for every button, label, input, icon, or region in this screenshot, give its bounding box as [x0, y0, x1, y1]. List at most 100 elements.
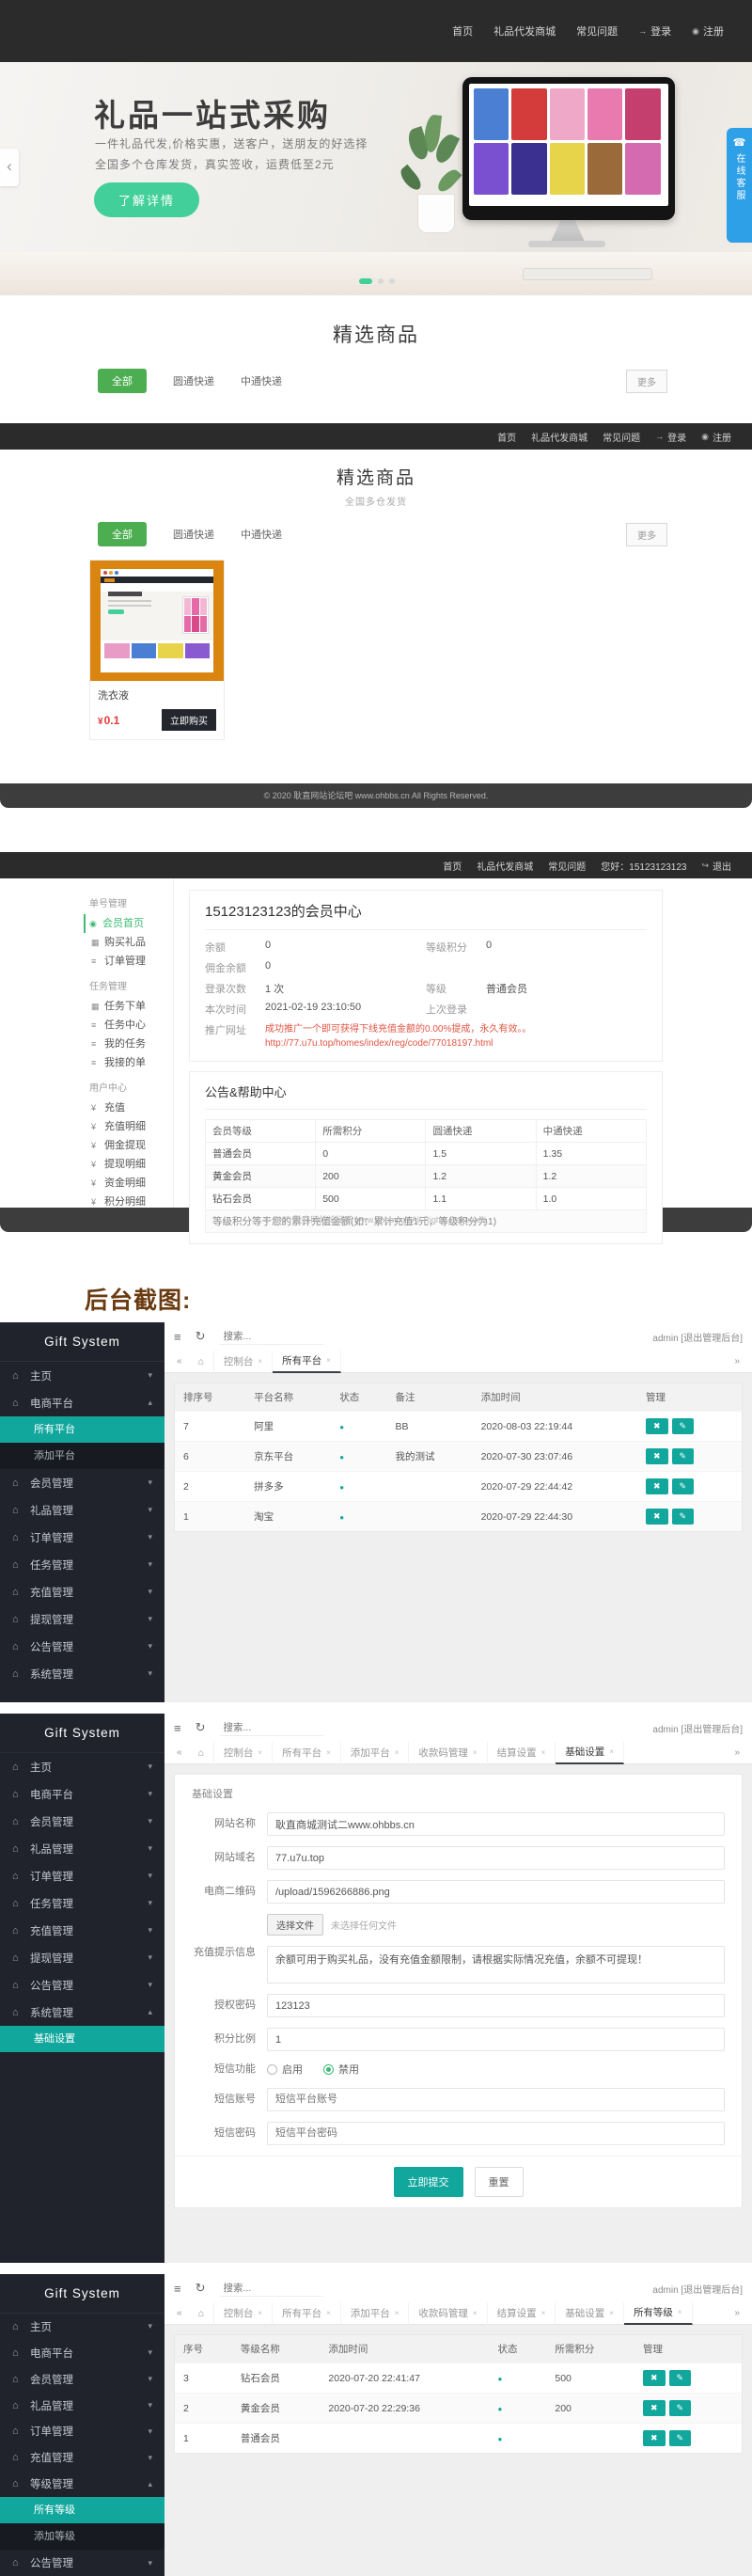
- tab-home[interactable]: ⌂: [189, 2302, 214, 2325]
- tab-console[interactable]: 控制台×: [214, 1351, 273, 1373]
- delete-button[interactable]: ✖: [643, 2370, 666, 2386]
- close-icon[interactable]: ×: [258, 1748, 262, 1757]
- nav-login[interactable]: →登录: [638, 24, 671, 39]
- close-icon[interactable]: ×: [541, 2309, 546, 2317]
- choose-file-button[interactable]: 选择文件: [267, 1914, 323, 1936]
- sidebar-item-members[interactable]: ⌂会员管理▾: [0, 1469, 164, 1496]
- tab-settlement[interactable]: 结算设置×: [488, 1742, 556, 1764]
- tab-all-platforms[interactable]: 所有平台×: [273, 1351, 341, 1373]
- close-icon[interactable]: ×: [473, 2309, 478, 2317]
- close-icon[interactable]: ×: [326, 1356, 331, 1365]
- sidebar-item-recharge-detail[interactable]: ¥充值明细: [89, 1117, 173, 1136]
- more-button[interactable]: 更多: [626, 370, 667, 393]
- learn-more-button[interactable]: 了解详情: [94, 182, 199, 217]
- tab-zto-express[interactable]: 中通快递: [241, 527, 282, 542]
- tab-zto-express[interactable]: 中通快递: [241, 373, 282, 388]
- sidebar-item-gifts[interactable]: ⌂礼品管理▾: [0, 1835, 164, 1862]
- search-input[interactable]: [220, 1329, 323, 1345]
- nav-register[interactable]: ◉注册: [701, 430, 731, 444]
- delete-button[interactable]: ✖: [643, 2400, 666, 2416]
- sidebar-item-tasks[interactable]: ⌂任务管理▾: [0, 1551, 164, 1578]
- auth-password-input[interactable]: [267, 1994, 725, 2017]
- sidebar-item-task-center[interactable]: ≡任务中心: [89, 1016, 173, 1035]
- tab-console[interactable]: 控制台×: [214, 2302, 273, 2325]
- sidebar-item-home[interactable]: ⌂主页▾: [0, 2314, 164, 2340]
- tabs-scroll-right[interactable]: »: [728, 2308, 746, 2318]
- sidebar-item-announcements[interactable]: ⌂公告管理▾: [0, 2550, 164, 2576]
- sidebar-item-withdraw[interactable]: ⌂提现管理▾: [0, 1605, 164, 1633]
- close-icon[interactable]: ×: [258, 2309, 262, 2317]
- refresh-icon[interactable]: ↻: [196, 1329, 206, 1344]
- radio-disable[interactable]: 禁用: [323, 2062, 359, 2077]
- sidebar-subitem-add-level[interactable]: 添加等级: [0, 2523, 164, 2550]
- tab-add-platform[interactable]: 添加平台×: [341, 2302, 410, 2325]
- tab-all[interactable]: 全部: [98, 522, 147, 546]
- close-icon[interactable]: ×: [395, 2309, 400, 2317]
- sidebar-item-recharge[interactable]: ⌂充值管理▾: [0, 1578, 164, 1605]
- tab-all-platforms[interactable]: 所有平台×: [273, 1742, 341, 1764]
- sidebar-item-recharge[interactable]: ⌂充值管理▾: [0, 1917, 164, 1944]
- sidebar-item-tasks[interactable]: ⌂任务管理▾: [0, 1889, 164, 1917]
- admin-account[interactable]: admin [退出管理后台]: [652, 1330, 743, 1344]
- edit-button[interactable]: ✎: [669, 2430, 692, 2446]
- close-icon[interactable]: ×: [541, 1748, 546, 1757]
- sidebar-item-announcements[interactable]: ⌂公告管理▾: [0, 1971, 164, 1999]
- delete-button[interactable]: ✖: [646, 1478, 668, 1494]
- tab-yto-express[interactable]: 圆通快递: [173, 527, 214, 542]
- menu-icon[interactable]: ≡: [174, 2282, 181, 2296]
- sms-password-input[interactable]: [267, 2122, 725, 2145]
- sidebar-item-recharge[interactable]: ⌂充值管理▾: [0, 2444, 164, 2471]
- edit-button[interactable]: ✎: [672, 1418, 695, 1434]
- site-name-input[interactable]: [267, 1812, 725, 1836]
- edit-button[interactable]: ✎: [669, 2400, 692, 2416]
- menu-icon[interactable]: ≡: [174, 1330, 181, 1344]
- sidebar-item-task-order[interactable]: ▦任务下单: [89, 997, 173, 1016]
- sidebar-item-members[interactable]: ⌂会员管理▾: [0, 2366, 164, 2393]
- sidebar-item-members[interactable]: ⌂会员管理▾: [0, 1808, 164, 1835]
- tabs-scroll-left[interactable]: «: [170, 2308, 189, 2318]
- sidebar-item-withdraw-detail[interactable]: ¥提现明细: [89, 1155, 173, 1174]
- sidebar-item-ecommerce[interactable]: ⌂电商平台▴: [0, 1389, 164, 1416]
- tab-console[interactable]: 控制台×: [214, 1742, 273, 1764]
- buy-now-button[interactable]: 立即购买: [162, 709, 216, 731]
- tab-basic-settings[interactable]: 基础设置×: [556, 2302, 624, 2325]
- edit-button[interactable]: ✎: [672, 1448, 695, 1464]
- sidebar-item-recharge[interactable]: ¥充值: [89, 1098, 173, 1117]
- edit-button[interactable]: ✎: [669, 2370, 692, 2386]
- sidebar-item-orders[interactable]: ≡订单管理: [89, 952, 173, 971]
- edit-button[interactable]: ✎: [672, 1509, 695, 1525]
- nav-faq[interactable]: 常见问题: [603, 430, 640, 444]
- menu-icon[interactable]: ≡: [174, 1721, 181, 1735]
- delete-button[interactable]: ✖: [646, 1509, 668, 1525]
- points-ratio-input[interactable]: [267, 2028, 725, 2051]
- search-input[interactable]: [220, 2281, 323, 2297]
- nav-home[interactable]: 首页: [443, 859, 462, 873]
- tab-home[interactable]: ⌂: [189, 1742, 214, 1764]
- close-icon[interactable]: ×: [609, 2309, 614, 2317]
- admin-account[interactable]: admin [退出管理后台]: [652, 1721, 743, 1735]
- sidebar-item-orders[interactable]: ⌂订单管理▾: [0, 2419, 164, 2445]
- nav-faq[interactable]: 常见问题: [548, 859, 586, 873]
- nav-home[interactable]: 首页: [497, 430, 516, 444]
- nav-gift-mall[interactable]: 礼品代发商城: [494, 24, 556, 39]
- sidebar-subitem-add-platform[interactable]: 添加平台: [0, 1443, 164, 1469]
- search-input[interactable]: [220, 1720, 323, 1736]
- nav-register[interactable]: ◉注册: [692, 24, 724, 39]
- close-icon[interactable]: ×: [473, 1748, 478, 1757]
- nav-gift-mall[interactable]: 礼品代发商城: [531, 430, 588, 444]
- promo-link[interactable]: http://77.u7u.top/homes/index/reg/code/7…: [265, 1038, 493, 1049]
- sidebar-item-member-home[interactable]: ◉会员首页: [84, 914, 173, 933]
- tab-all-levels[interactable]: 所有等级×: [624, 2302, 693, 2325]
- sidebar-item-my-accepted[interactable]: ≡我接的单: [89, 1053, 173, 1072]
- nav-login[interactable]: →登录: [655, 430, 686, 444]
- nav-faq[interactable]: 常见问题: [576, 24, 618, 39]
- nav-home[interactable]: 首页: [452, 24, 473, 39]
- sms-account-input[interactable]: [267, 2088, 725, 2111]
- tab-payment-codes[interactable]: 收款码管理×: [409, 1742, 487, 1764]
- sidebar-item-system[interactable]: ⌂系统管理▴: [0, 1999, 164, 2026]
- sidebar-item-levels[interactable]: ⌂等级管理▴: [0, 2471, 164, 2497]
- recharge-tip-textarea[interactable]: 余额可用于购买礼品，没有充值金额限制，请根据实际情况充值，余额不可提现！: [267, 1946, 725, 1983]
- nav-gift-mall[interactable]: 礼品代发商城: [477, 859, 533, 873]
- submit-button[interactable]: 立即提交: [394, 2167, 463, 2197]
- close-icon[interactable]: ×: [326, 1748, 331, 1757]
